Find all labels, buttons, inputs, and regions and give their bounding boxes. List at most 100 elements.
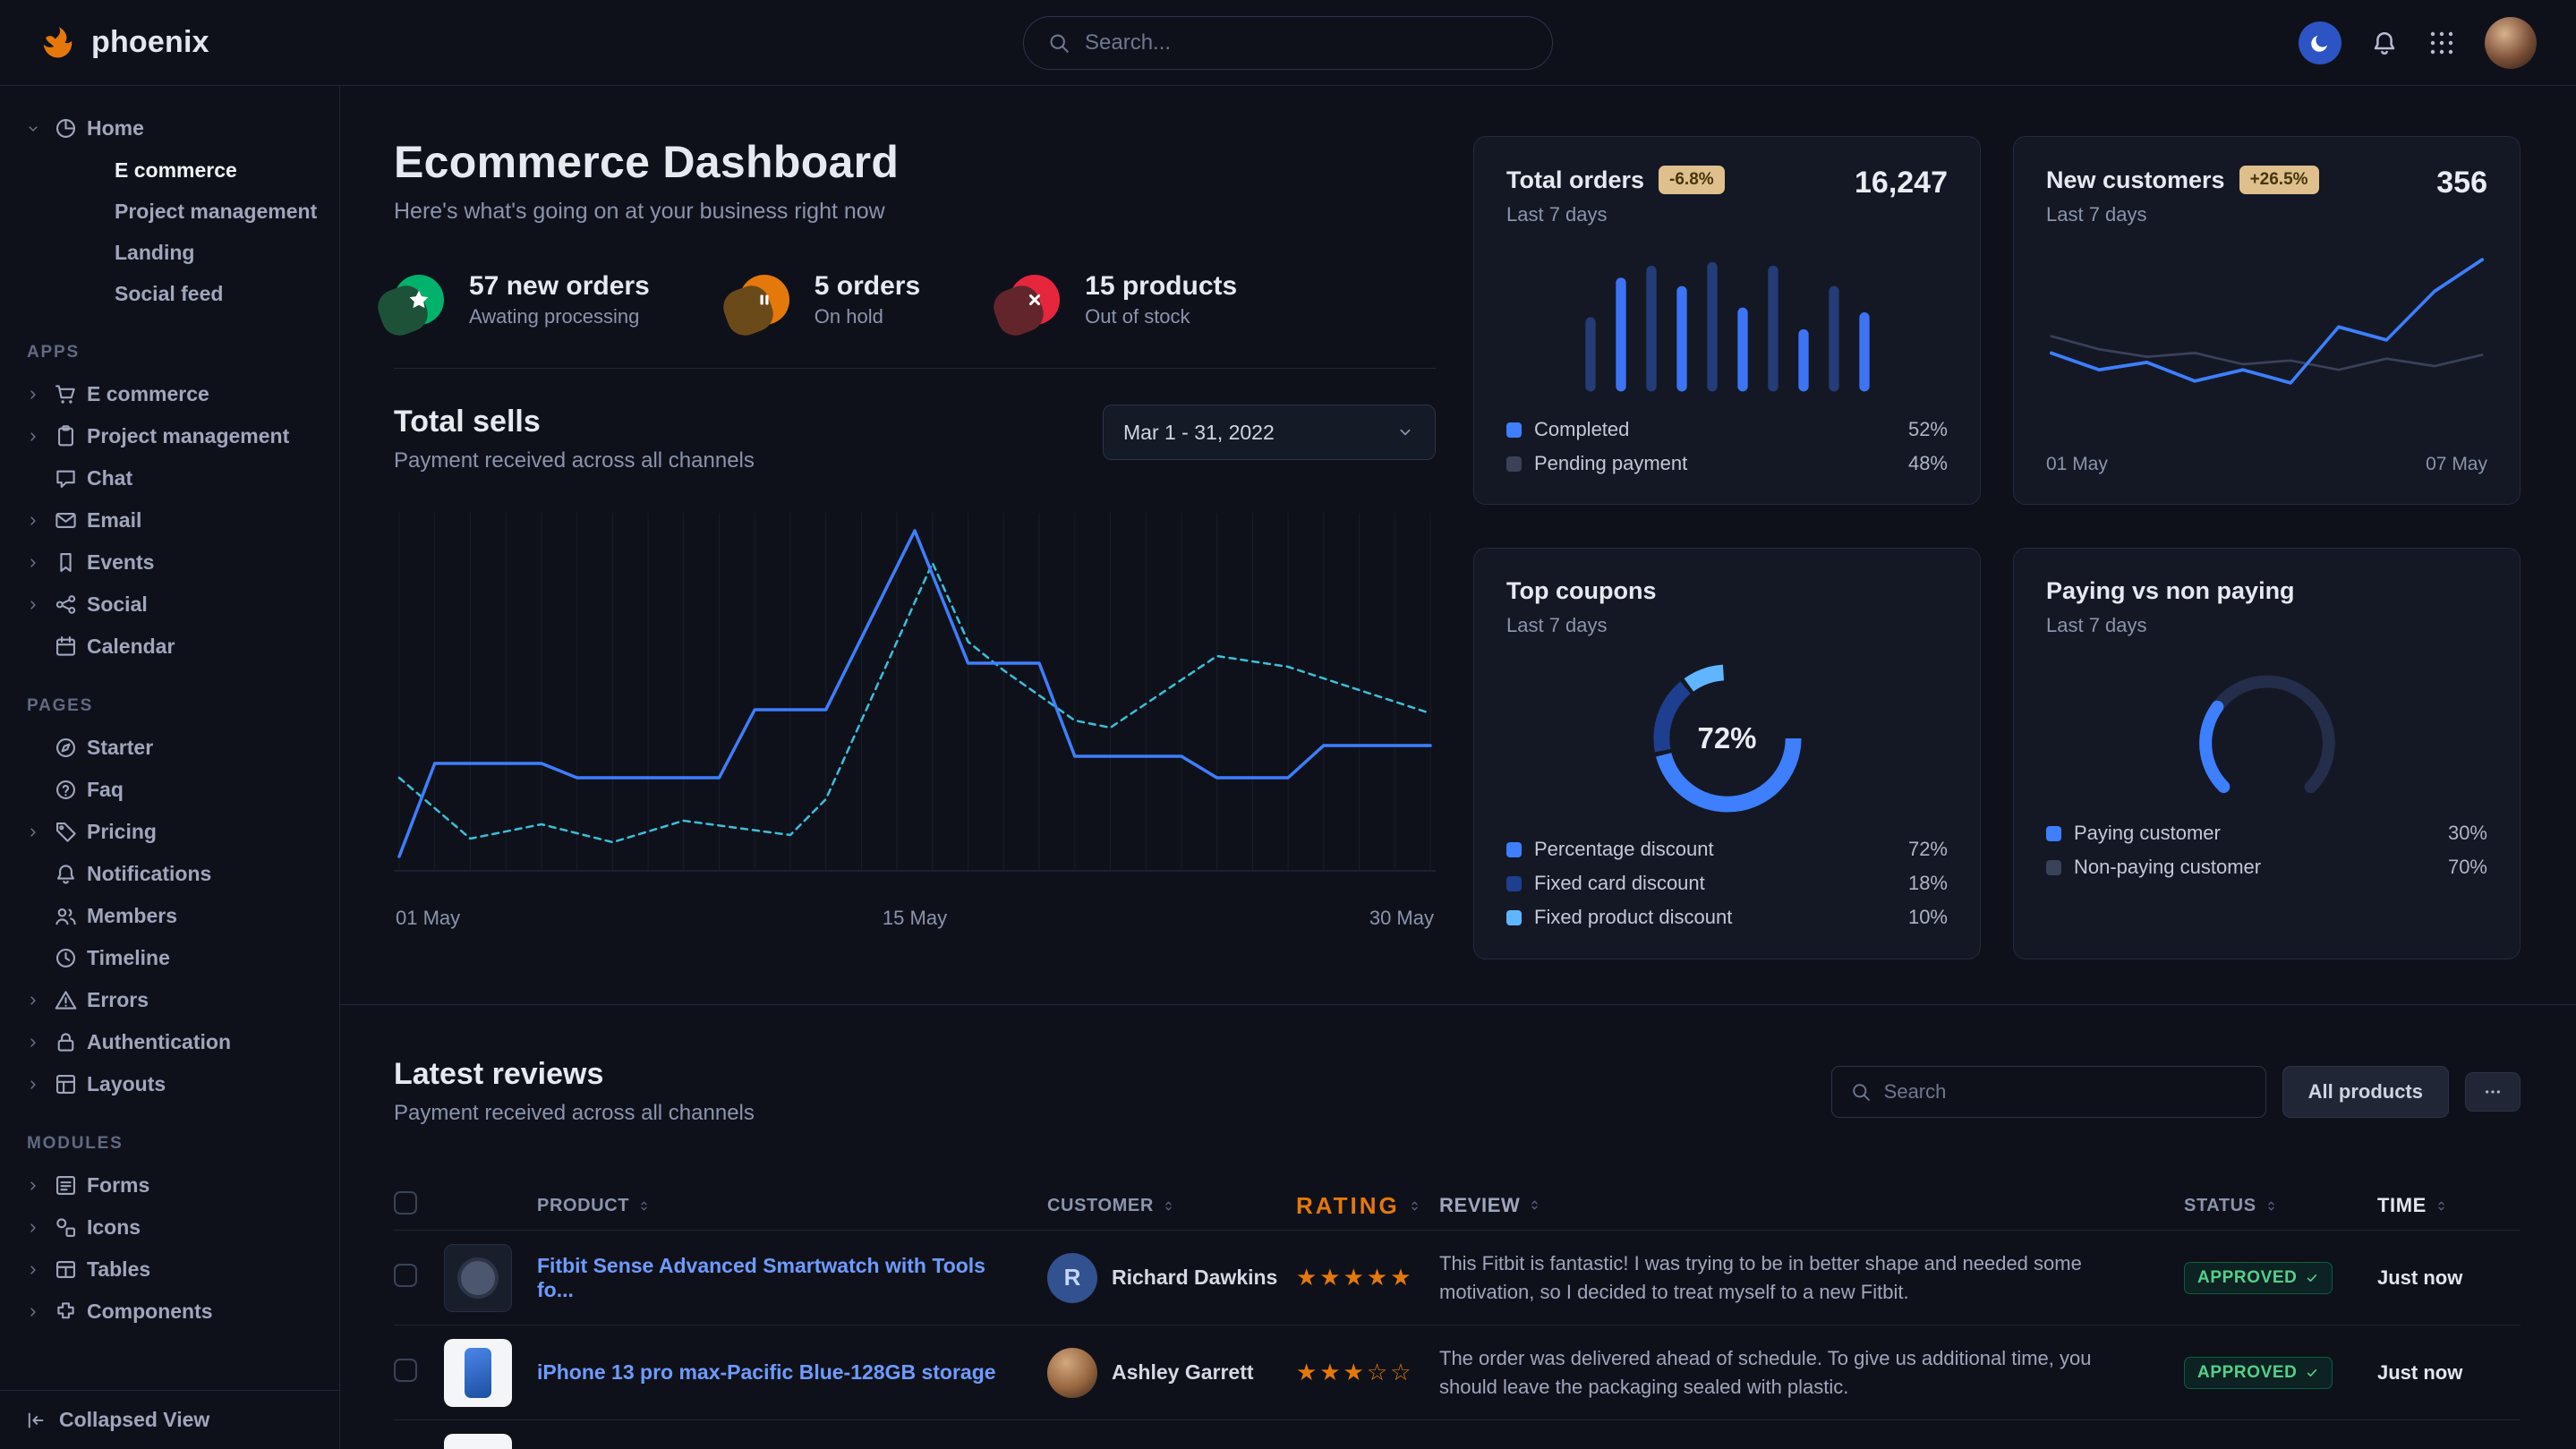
sidebar-item-calendar[interactable]: Calendar xyxy=(21,626,325,668)
product-thumbnail[interactable] xyxy=(444,1434,512,1449)
column-header-time[interactable]: TIME xyxy=(2377,1194,2449,1217)
sidebar-item-social[interactable]: Social xyxy=(21,584,325,626)
sidebar-item-events[interactable]: Events xyxy=(21,541,325,584)
product-thumbnail[interactable] xyxy=(444,1339,512,1407)
stats-row: 57 new ordersAwating processing5 ordersO… xyxy=(394,271,1436,328)
collapse-sidebar-button[interactable]: Collapsed View xyxy=(0,1390,339,1449)
all-products-button[interactable]: All products xyxy=(2282,1066,2449,1118)
brand-name: phoenix xyxy=(91,25,209,60)
legend-value: 30% xyxy=(2448,822,2487,845)
row-checkbox[interactable] xyxy=(394,1359,417,1382)
product-thumbnail[interactable] xyxy=(444,1244,512,1312)
sidebar-item-starter[interactable]: Starter xyxy=(21,727,325,769)
theme-toggle-button[interactable] xyxy=(2299,21,2341,64)
sidebar-item-social-feed[interactable]: Social feed xyxy=(21,273,325,314)
sidebar-item-forms[interactable]: Forms xyxy=(21,1164,325,1206)
stat-caption: Awating processing xyxy=(469,305,650,328)
legend-item-fixed-card-discount: Fixed card discount18% xyxy=(1506,872,1948,895)
sidebar-item-timeline[interactable]: Timeline xyxy=(21,937,325,979)
sort-icon[interactable] xyxy=(2264,1198,2279,1214)
card-period: Last 7 days xyxy=(2046,614,2295,637)
sidebar-item-project-management[interactable]: Project management xyxy=(21,415,325,457)
product-link[interactable]: Fitbit Sense Advanced Smartwatch with To… xyxy=(537,1254,1047,1302)
total-sells-chart xyxy=(394,506,1436,898)
total-sells-subtitle: Payment received across all channels xyxy=(394,448,755,473)
sidebar-item-notifications[interactable]: Notifications xyxy=(21,853,325,895)
customer-name: Richard Dawkins xyxy=(1112,1266,1277,1290)
legend-swatch xyxy=(1506,876,1522,891)
column-label: REVIEW xyxy=(1439,1191,1520,1220)
sidebar-item-landing[interactable]: Landing xyxy=(21,232,325,273)
sort-icon[interactable] xyxy=(636,1198,652,1214)
sort-icon[interactable] xyxy=(2434,1198,2449,1214)
coupons-legend: Percentage discount72%Fixed card discoun… xyxy=(1506,838,1948,929)
check-icon xyxy=(2305,1271,2319,1285)
column-header-review[interactable]: REVIEW xyxy=(1439,1191,1542,1220)
sidebar-item-components[interactable]: Components xyxy=(21,1291,325,1333)
sidebar-item-faq[interactable]: Faq xyxy=(21,769,325,811)
caret-spacer xyxy=(21,739,45,757)
review-time: Just now xyxy=(2377,1266,2521,1290)
reviews-search[interactable] xyxy=(1831,1066,2266,1118)
user-avatar[interactable] xyxy=(2485,17,2537,69)
sidebar-item-label: Starter xyxy=(87,736,153,760)
sidebar-item-errors[interactable]: Errors xyxy=(21,979,325,1021)
search-icon xyxy=(1047,31,1070,55)
product-link[interactable]: iPhone 13 pro max-Pacific Blue-128GB sto… xyxy=(537,1360,1047,1385)
column-header-status[interactable]: STATUS xyxy=(2184,1196,2279,1216)
bell-icon xyxy=(54,862,78,886)
notifications-button[interactable] xyxy=(2370,29,2399,57)
sidebar-item-e-commerce[interactable]: E commerce xyxy=(21,373,325,415)
legend-value: 72% xyxy=(1908,838,1948,861)
dashboard-cards: Total orders -6.8% Last 7 days 16,247 Co… xyxy=(1473,136,2521,959)
donut-center-value: 72% xyxy=(1642,653,1813,823)
sidebar-section-label-modules: MODULES xyxy=(27,1134,325,1154)
row-checkbox[interactable] xyxy=(394,1264,417,1287)
legend-label: Completed xyxy=(1534,418,1629,441)
brand-logo[interactable]: phoenix xyxy=(39,23,209,63)
global-search-input[interactable] xyxy=(1085,30,1529,55)
reviews-title: Latest reviews xyxy=(394,1057,755,1092)
global-search[interactable] xyxy=(1023,16,1553,70)
sidebar-item-e-commerce[interactable]: E commerce xyxy=(21,149,325,191)
apps-grid-button[interactable] xyxy=(2427,29,2456,57)
sort-icon[interactable] xyxy=(1407,1198,1422,1214)
sidebar-item-label: Social xyxy=(87,592,148,617)
more-options-button[interactable] xyxy=(2465,1072,2521,1112)
sidebar-item-tables[interactable]: Tables xyxy=(21,1249,325,1291)
caret-right-icon xyxy=(21,1219,45,1237)
caret-right-icon xyxy=(21,1177,45,1195)
legend-value: 48% xyxy=(1908,452,1948,475)
card-title: Top coupons xyxy=(1506,577,1656,605)
sidebar-item-authentication[interactable]: Authentication xyxy=(21,1021,325,1063)
sidebar-item-label: Calendar xyxy=(87,635,175,659)
star-stat-icon xyxy=(394,275,444,325)
sidebar-item-label: Pricing xyxy=(87,820,157,844)
legend-swatch xyxy=(2046,826,2061,841)
sidebar-item-layouts[interactable]: Layouts xyxy=(21,1063,325,1105)
review-time: Just now xyxy=(2377,1361,2521,1385)
shapes-icon xyxy=(54,1215,78,1240)
sidebar-item-pricing[interactable]: Pricing xyxy=(21,811,325,853)
divider xyxy=(394,368,1436,369)
reviews-search-input[interactable] xyxy=(1884,1080,2248,1104)
sidebar-item-icons[interactable]: Icons xyxy=(21,1206,325,1249)
date-range-select[interactable]: Mar 1 - 31, 2022 xyxy=(1103,405,1436,460)
sidebar-item-label: Notifications xyxy=(87,862,211,886)
column-header-rating[interactable]: RATING xyxy=(1296,1192,1422,1220)
sidebar-item-email[interactable]: Email xyxy=(21,499,325,541)
caret-right-icon xyxy=(21,1303,45,1321)
reviews-subtitle: Payment received across all channels xyxy=(394,1101,755,1126)
legend-item-pending-payment: Pending payment48% xyxy=(1506,452,1948,475)
sidebar-item-chat[interactable]: Chat xyxy=(21,457,325,499)
sidebar-item-project-management[interactable]: Project management xyxy=(21,191,325,232)
sort-icon[interactable] xyxy=(1527,1198,1542,1213)
sidebar-item-members[interactable]: Members xyxy=(21,895,325,937)
column-header-customer[interactable]: CUSTOMER xyxy=(1047,1196,1176,1216)
top-coupons-card: Top coupons Last 7 days 72% Percentage d… xyxy=(1473,548,1981,959)
sidebar-item-home[interactable]: Home xyxy=(21,107,325,149)
select-all-checkbox[interactable] xyxy=(394,1191,417,1215)
column-header-product[interactable]: PRODUCT xyxy=(537,1196,652,1216)
sort-icon[interactable] xyxy=(1161,1198,1176,1214)
sidebar-item-label: Project management xyxy=(87,424,289,448)
